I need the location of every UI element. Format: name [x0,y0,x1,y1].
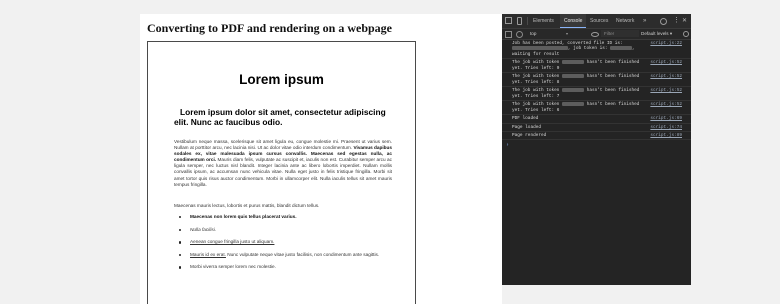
console-message: The job with token hasn't been finished … [502,87,691,102]
list-item-underline: Aenean congue fringilla justo ut aliquam… [190,239,275,245]
source-link[interactable]: script.js:69 [650,116,682,121]
eye-icon[interactable] [591,32,599,37]
console-message: The job with token hasn't been finished … [502,101,691,116]
pdf-paragraph: Maecenas mauris lectus, lobortis et puru… [174,203,320,208]
pdf-list: Maecenas non lorem quis tellus placerat … [174,214,392,277]
console-message: The job with token hasn't been finished … [502,59,691,74]
pdf-paragraph: Vestibulum neque massa, scelerisque sit … [174,139,392,188]
log-text: The job with token [512,88,563,94]
redacted-token [562,74,585,79]
page-title: Converting to PDF and rendering on a web… [147,21,393,35]
toolbar-divider [527,17,528,25]
tab-sources[interactable]: Sources [590,14,608,28]
redacted-token [610,46,633,51]
devtools-panel: Elements Console Sources Network » ⋮ ✕ t… [502,14,691,285]
log-text: , job token is: [568,46,611,52]
webpage-area: Converting to PDF and rendering on a web… [140,14,502,304]
console-settings-icon[interactable] [683,31,689,37]
list-item: Maecenas non lorem quis tellus placerat … [174,214,392,220]
list-item: Aenean congue fringilla justo ut aliquam… [174,239,392,245]
log-text: Page rendered [512,133,547,139]
kebab-menu-icon[interactable]: ⋮ [673,14,681,24]
list-item: Morbi viverra semper lorem nec molestie. [174,264,392,270]
devtools-tabbar: Elements Console Sources Network » ⋮ ✕ [502,14,691,29]
context-selector[interactable]: top [530,29,536,39]
pdf-subtitle: Lorem ipsum dolor sit amet, consectetur … [174,107,386,127]
list-item: Mauris id ex erat. Nunc vulputate neque … [174,252,392,258]
source-link[interactable]: script.js:52 [650,74,682,79]
list-item-italic: Nulla facilisi. [190,226,217,232]
redacted-token [562,88,585,93]
clear-console-icon[interactable] [516,31,523,38]
log-text: The job with token [512,102,563,108]
source-link[interactable]: script.js:74 [650,125,682,130]
more-tabs-icon[interactable]: » [643,14,651,24]
list-item: Nulla facilisi. [174,227,392,233]
gear-icon[interactable] [660,18,667,25]
close-icon[interactable]: ✕ [682,14,690,24]
log-levels-dropdown[interactable]: Default levels ▾ [641,29,672,39]
log-text: The job with token [512,60,563,66]
log-text: The job with token [512,74,563,80]
redacted-token [562,102,585,107]
source-link[interactable]: script.js:22 [650,41,682,46]
pdf-title: Lorem ipsum [239,72,324,87]
list-item-bold: Maecenas non lorem quis tellus placerat … [190,214,297,219]
console-message: The job with token hasn't been finished … [502,73,691,88]
console-prompt[interactable]: › [502,140,691,148]
list-item-underline: Mauris id ex erat. [190,251,226,257]
device-toolbar-icon[interactable] [517,17,522,25]
log-text: PDF loaded [512,116,539,122]
log-text: Page loaded [512,124,541,130]
chevron-down-icon[interactable]: ▾ [566,29,568,39]
source-link[interactable]: script.js:52 [650,88,682,93]
source-link[interactable]: script.js:52 [650,102,682,107]
console-toolbar: top ▾ Default levels ▾ [502,29,691,40]
console-log: Job has been posted, converted file ID i… [502,40,691,285]
console-message: PDF loaded script.js:69 [502,115,691,124]
console-message: Page rendered script.js:89 [502,132,691,141]
redacted-id [512,46,568,51]
tab-console[interactable]: Console [560,14,587,28]
pdf-canvas[interactable]: Lorem ipsum Lorem ipsum dolor sit amet, … [147,41,416,304]
tab-elements[interactable]: Elements [533,14,554,28]
inspect-element-icon[interactable] [505,17,512,24]
tab-network[interactable]: Network [616,14,634,28]
console-message: Page loaded script.js:74 [502,124,691,133]
sidebar-toggle-icon[interactable] [505,31,512,38]
log-text: Job has been posted, converted file ID i… [512,41,623,46]
redacted-token [562,60,585,65]
filter-input[interactable] [601,30,639,37]
source-link[interactable]: script.js:89 [650,133,682,138]
list-item-text: Morbi viverra semper lorem nec molestie. [190,264,276,270]
source-link[interactable]: script.js:52 [650,60,682,65]
console-message: Job has been posted, converted file ID i… [502,40,691,60]
list-item-text: Nunc vulputate neque vitae justo facilis… [225,251,380,257]
